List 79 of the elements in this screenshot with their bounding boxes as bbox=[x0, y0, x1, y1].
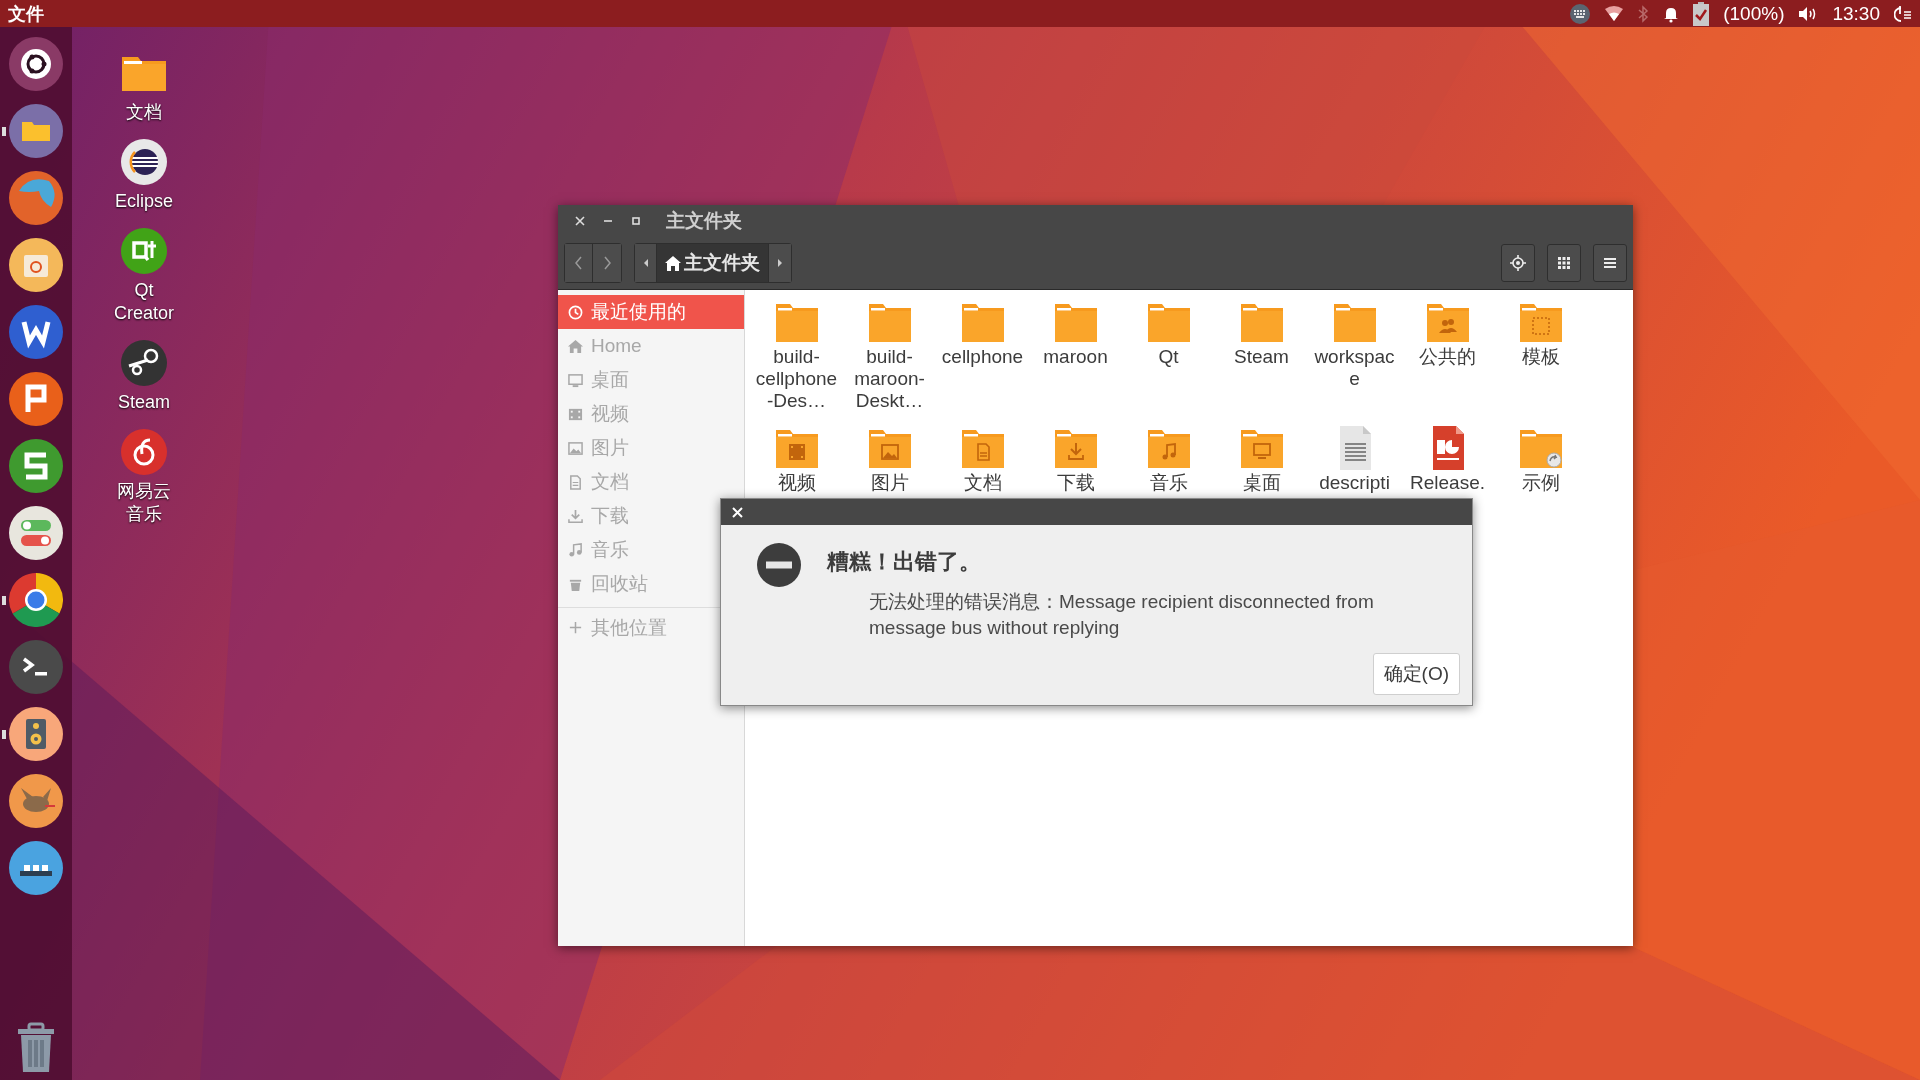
location-button[interactable] bbox=[1501, 244, 1535, 282]
file-item[interactable]: 模板 bbox=[1494, 300, 1587, 412]
session-icon[interactable] bbox=[1894, 4, 1912, 23]
dialog-message: 无法处理的错误消息：Message recipient disconnected from message bus without replying bbox=[869, 590, 1375, 640]
close-button[interactable] bbox=[730, 505, 744, 519]
folder-icon bbox=[9, 104, 63, 158]
keyboard-keys-icon bbox=[9, 841, 63, 895]
path-left-button[interactable] bbox=[635, 244, 657, 282]
circle-logo-icon bbox=[9, 37, 63, 91]
desktop-shortcut[interactable]: 文档 bbox=[102, 49, 186, 124]
chevron-left-icon bbox=[573, 256, 584, 270]
file-item[interactable]: 视频 bbox=[750, 426, 843, 494]
maximize-icon bbox=[631, 216, 641, 226]
shopping-bag-icon bbox=[9, 238, 63, 292]
file-item[interactable]: maroon bbox=[1029, 300, 1122, 412]
home-icon bbox=[665, 255, 681, 271]
page-icon bbox=[568, 474, 583, 490]
film-icon bbox=[568, 406, 583, 422]
file-item[interactable]: 示例 bbox=[1494, 426, 1587, 494]
home-icon bbox=[568, 338, 583, 354]
dialog-heading: 糟糕！出错了。 bbox=[827, 548, 982, 576]
desktop-shortcut[interactable]: 网易云音乐 bbox=[102, 428, 186, 526]
terminal-icon bbox=[9, 640, 63, 694]
caret-right-icon bbox=[776, 258, 784, 268]
file-item[interactable]: Release. bbox=[1401, 426, 1494, 494]
battery-icon[interactable] bbox=[1693, 1, 1710, 26]
speaker-icon bbox=[9, 707, 63, 761]
app-menu[interactable]: 文件 bbox=[8, 1, 44, 26]
grid-icon bbox=[1558, 257, 1570, 269]
file-item[interactable]: descripti bbox=[1308, 426, 1401, 494]
plus-icon bbox=[568, 620, 583, 635]
clock-icon bbox=[568, 304, 583, 320]
globe-icon bbox=[9, 171, 63, 225]
menu-button[interactable] bbox=[1593, 244, 1627, 282]
file-item[interactable]: Steam bbox=[1215, 300, 1308, 412]
clock[interactable]: 13:30 bbox=[1832, 2, 1880, 25]
ok-button[interactable]: 确定(O) bbox=[1372, 653, 1460, 695]
grid-view-button[interactable] bbox=[1547, 244, 1581, 282]
chevron-right-icon bbox=[602, 256, 612, 270]
file-item[interactable]: 音乐 bbox=[1122, 426, 1215, 494]
file-item[interactable]: build-cellphone-Des… bbox=[750, 300, 843, 412]
back-button[interactable] bbox=[565, 244, 593, 282]
error-icon bbox=[757, 543, 801, 587]
steam-logo-icon bbox=[120, 339, 168, 387]
file-item[interactable]: build-maroon-Deskt… bbox=[843, 300, 936, 412]
music-logo-icon bbox=[120, 428, 168, 476]
file-item[interactable]: 桌面 bbox=[1215, 426, 1308, 494]
tricolor-circle-icon bbox=[9, 573, 63, 627]
close-icon bbox=[731, 506, 743, 518]
file-item[interactable]: 文档 bbox=[936, 426, 1029, 494]
desktop-shortcut[interactable]: Qt Creator bbox=[102, 227, 186, 325]
qt-logo-icon bbox=[120, 227, 168, 275]
window-title: 主文件夹 bbox=[666, 209, 742, 233]
s-logo-icon bbox=[9, 439, 63, 493]
path-right-button[interactable] bbox=[769, 244, 791, 282]
eclipse-logo-icon bbox=[120, 138, 168, 186]
close-icon bbox=[575, 216, 585, 226]
toggle-switches-icon bbox=[9, 506, 63, 560]
wifi-icon[interactable] bbox=[1605, 5, 1624, 22]
download-icon bbox=[568, 508, 583, 524]
file-item[interactable]: workspace bbox=[1308, 300, 1401, 412]
file-item[interactable]: 图片 bbox=[843, 426, 936, 494]
file-item[interactable]: Qt bbox=[1122, 300, 1215, 412]
animal-mascot-icon bbox=[9, 774, 63, 828]
desktop-shortcut[interactable]: Steam bbox=[102, 339, 186, 414]
file-item[interactable]: 下载 bbox=[1029, 426, 1122, 494]
menu-icon bbox=[1604, 257, 1616, 269]
keyboard-icon[interactable] bbox=[1569, 2, 1592, 25]
monitor-icon bbox=[568, 372, 583, 388]
crosshair-icon bbox=[1510, 255, 1526, 271]
battery-percentage[interactable]: (100%) bbox=[1723, 2, 1785, 25]
p-logo-icon bbox=[9, 372, 63, 426]
file-item[interactable]: 公共的 bbox=[1401, 300, 1494, 412]
w-logo-icon bbox=[9, 305, 63, 359]
image-icon bbox=[568, 440, 583, 456]
music-note-icon bbox=[568, 542, 583, 558]
path-button[interactable]: 主文件夹 bbox=[657, 244, 769, 282]
file-item[interactable]: cellphone bbox=[936, 300, 1029, 412]
desktop-shortcut[interactable]: Eclipse bbox=[102, 138, 186, 213]
